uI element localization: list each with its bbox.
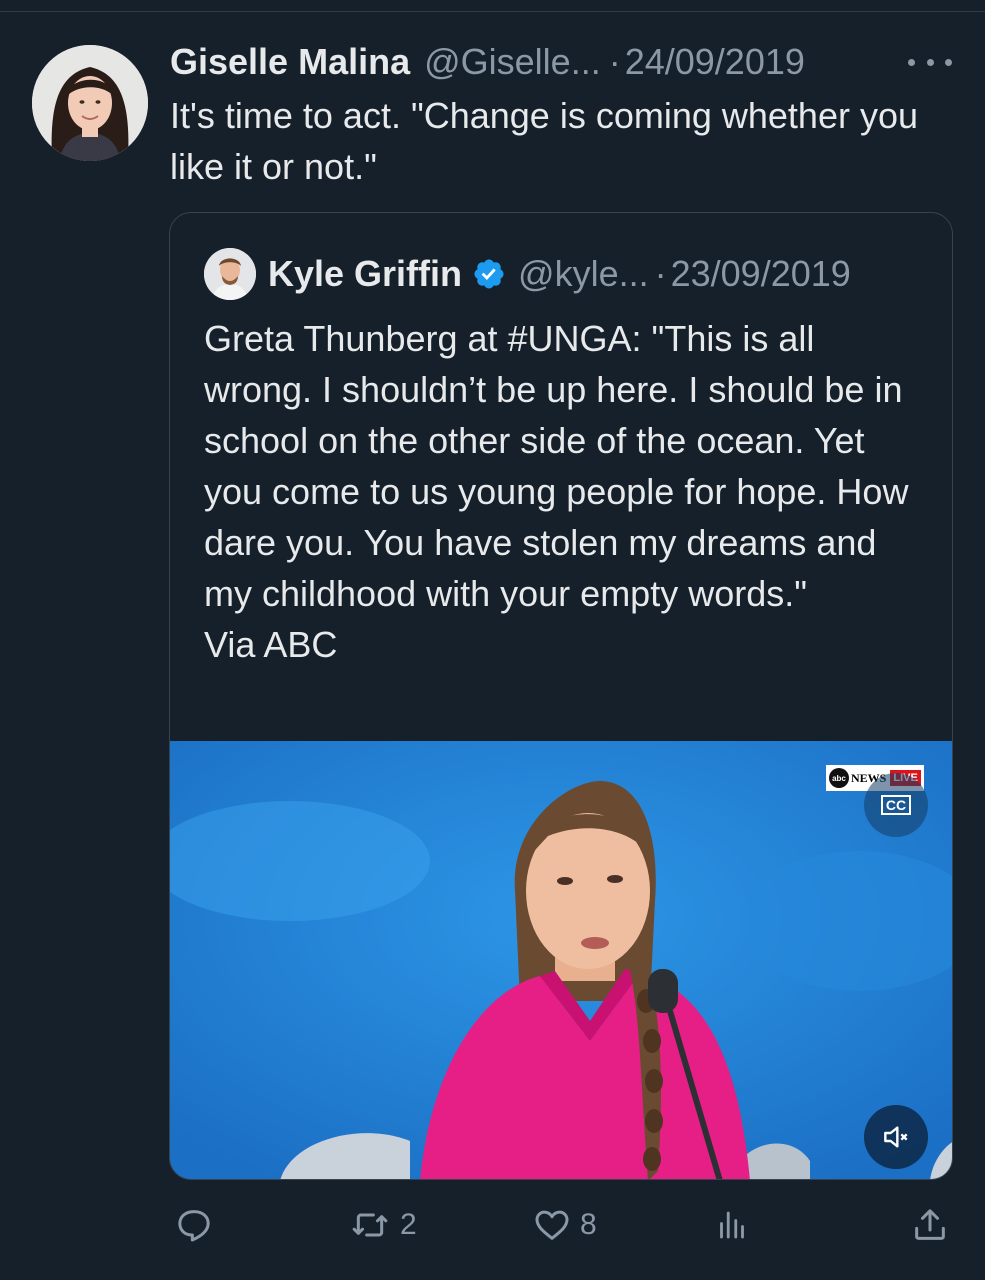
mute-icon[interactable]	[864, 1105, 928, 1169]
closed-captions-icon[interactable]: CC	[864, 773, 928, 837]
author-avatar[interactable]	[32, 45, 148, 161]
separator-dot: ·	[608, 41, 621, 82]
like-icon	[535, 1210, 569, 1240]
tweet-action-bar: 2 8	[170, 1195, 960, 1255]
tweet-text: It's time to act. "Change is coming whet…	[170, 95, 919, 187]
quoted-author-handle[interactable]: @kyle...	[518, 253, 649, 295]
reply-icon	[178, 1210, 210, 1242]
views-button[interactable]	[714, 1195, 750, 1255]
share-button[interactable]	[910, 1195, 950, 1255]
quoted-tweet-header: Kyle Griffin @kyle... · 23/09/2019	[204, 247, 944, 301]
author-handle[interactable]: @Giselle...	[424, 41, 601, 83]
retweet-count: 2	[400, 1208, 417, 1241]
tweet-header: Giselle Malina @Giselle... · 24/09/2019	[170, 40, 960, 84]
like-button[interactable]: 8	[532, 1195, 597, 1255]
author-name[interactable]: Giselle Malina	[170, 41, 410, 83]
quoted-tweet-body: Greta Thunberg at #UNGA: "This is all wr…	[204, 318, 909, 614]
quoted-author-name[interactable]: Kyle Griffin	[268, 253, 462, 295]
retweet-icon	[352, 1213, 388, 1237]
cc-label: CC	[880, 795, 912, 815]
divider	[0, 11, 985, 12]
views-icon	[720, 1211, 744, 1239]
video-frame	[170, 741, 952, 1179]
quoted-tweet-date[interactable]: 23/09/2019	[671, 253, 851, 295]
quoted-tweet[interactable]: Kyle Griffin @kyle... · 23/09/2019 Greta…	[169, 212, 953, 1180]
tweet-date[interactable]: 24/09/2019	[625, 41, 805, 83]
like-count: 8	[580, 1208, 597, 1241]
reply-button[interactable]	[174, 1195, 222, 1255]
logo-badge: abc	[829, 768, 849, 788]
separator-dot: ·	[654, 253, 667, 294]
quoted-tweet-text: Greta Thunberg at #UNGA: "This is all wr…	[204, 313, 924, 670]
quoted-tweet-via: Via ABC	[204, 624, 338, 665]
quoted-author-avatar[interactable]	[204, 248, 256, 300]
retweet-button[interactable]: 2	[348, 1195, 417, 1255]
video-player[interactable]: abc NEWS LIVE CC	[170, 741, 952, 1179]
verified-badge-icon	[474, 259, 504, 289]
more-icon[interactable]	[908, 48, 952, 76]
share-icon	[915, 1209, 945, 1240]
tweet-view: Giselle Malina @Giselle... · 24/09/2019 …	[0, 0, 985, 1280]
